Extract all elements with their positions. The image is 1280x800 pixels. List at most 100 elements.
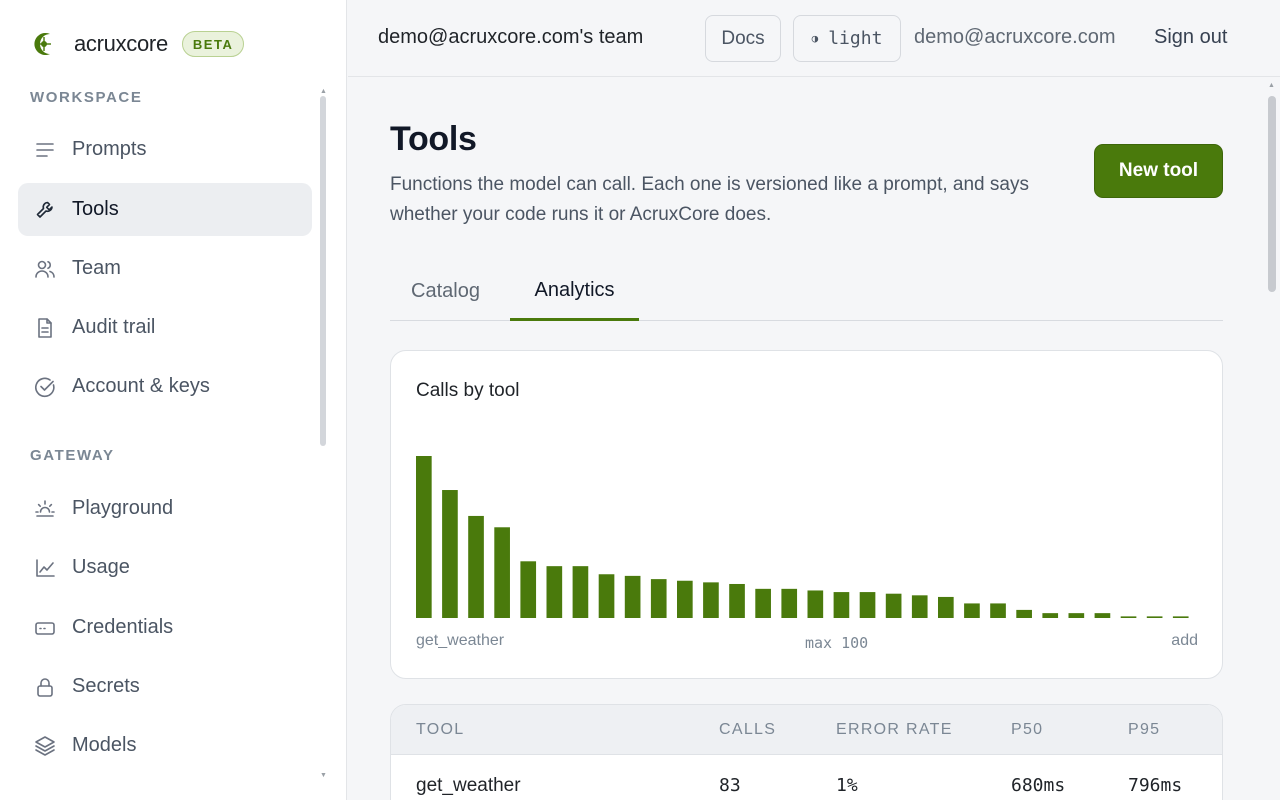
layers-icon: [34, 735, 56, 757]
section-label-gateway: GATEWAY: [30, 447, 115, 464]
theme-toggle-button[interactable]: ◑ light: [793, 15, 901, 62]
sign-out-link[interactable]: Sign out: [1154, 26, 1227, 49]
acruxcore-logo-icon: [30, 30, 58, 58]
cell-error-rate: 1%: [836, 775, 858, 796]
sidebar-item-label: Secrets: [72, 675, 140, 697]
bar-7[interactable]: [598, 574, 615, 618]
brand-name: acruxcore: [74, 31, 168, 56]
bar-25[interactable]: [1068, 613, 1085, 618]
bar-1[interactable]: [442, 490, 458, 618]
sidebar-item-team[interactable]: Team: [18, 242, 312, 295]
line-chart-icon: [34, 557, 56, 579]
theme-label: light: [828, 28, 883, 49]
column-header-tool[interactable]: TOOL: [416, 721, 464, 739]
bar-18[interactable]: [885, 593, 902, 618]
sidebar-item-usage[interactable]: Usage: [18, 541, 312, 594]
bar-9[interactable]: [650, 579, 667, 618]
sidebar: acruxcore BETA WORKSPACE Prompts Tools T…: [0, 0, 347, 800]
calls-by-tool-chart: Calls by tool get_weather max 100 add: [390, 350, 1223, 679]
half-circle-icon: ◑: [811, 32, 819, 45]
sidebar-item-tools[interactable]: Tools: [18, 183, 312, 236]
bar-4[interactable]: [520, 561, 537, 618]
bar-chart: [416, 456, 1189, 618]
users-icon: [34, 258, 56, 280]
lines-icon: [34, 139, 56, 161]
user-email: demo@acruxcore.com: [914, 26, 1116, 48]
sidebar-item-prompts[interactable]: Prompts: [18, 123, 312, 176]
sidebar-scroll-up-icon[interactable]: ▲: [320, 88, 327, 95]
bar-16[interactable]: [833, 592, 850, 618]
bar-11[interactable]: [703, 582, 719, 618]
bar-21[interactable]: [964, 603, 980, 618]
bar-12[interactable]: [729, 583, 745, 618]
bar-0[interactable]: [416, 456, 432, 618]
column-header-error-rate[interactable]: ERROR RATE: [836, 721, 953, 739]
chart-first-label: get_weather: [416, 632, 505, 649]
cell-p50: 680ms: [1011, 775, 1066, 796]
column-header-p50[interactable]: P50: [1011, 721, 1043, 739]
card-icon: [34, 617, 56, 639]
sidebar-item-label: Prompts: [72, 138, 147, 160]
bar-2[interactable]: [468, 515, 484, 618]
sidebar-item-label: Account & keys: [72, 375, 210, 397]
sidebar-item-label: Audit trail: [72, 316, 156, 338]
bar-15[interactable]: [807, 590, 824, 618]
bar-8[interactable]: [624, 575, 641, 618]
bar-27[interactable]: [1120, 616, 1137, 618]
check-circle-icon: [34, 376, 56, 398]
chart-last-label: add: [1171, 632, 1198, 649]
bar-23[interactable]: [1016, 609, 1032, 618]
sidebar-item-secrets[interactable]: Secrets: [18, 660, 312, 713]
cell-tool[interactable]: get_weather: [416, 775, 521, 797]
column-header-p95[interactable]: P95: [1128, 721, 1160, 739]
beta-badge: BETA: [181, 31, 245, 57]
team-name: demo@acruxcore.com's team: [378, 26, 644, 48]
sidebar-scroll-down-icon[interactable]: ▼: [320, 772, 327, 779]
sun-icon: [34, 498, 56, 520]
table-header: TOOL CALLS ERROR RATE P50 P95: [391, 705, 1222, 755]
document-icon: [34, 317, 56, 339]
tab-catalog[interactable]: Catalog: [411, 262, 480, 320]
bar-29[interactable]: [1172, 616, 1189, 618]
chart-max-label: max 100: [805, 634, 869, 652]
tab-analytics[interactable]: Analytics: [510, 262, 639, 321]
sidebar-item-label: Usage: [72, 556, 130, 578]
sidebar-item-audit-trail[interactable]: Audit trail: [18, 301, 312, 354]
sidebar-item-label: Team: [72, 257, 121, 279]
bar-14[interactable]: [781, 588, 798, 618]
page-title: Tools: [390, 120, 477, 158]
sidebar-item-credentials[interactable]: Credentials: [18, 601, 312, 654]
docs-button[interactable]: Docs: [705, 15, 781, 62]
tab-bar: Catalog Analytics: [390, 262, 1223, 321]
wrench-icon: [34, 199, 56, 221]
bar-3[interactable]: [494, 527, 510, 618]
page-description: Functions the model can call. Each one i…: [390, 174, 1029, 225]
new-tool-button[interactable]: New tool: [1094, 144, 1223, 198]
bar-28[interactable]: [1146, 616, 1163, 618]
main-scrollbar[interactable]: [1268, 96, 1276, 292]
bar-17[interactable]: [859, 592, 876, 618]
sidebar-scrollbar[interactable]: [320, 96, 326, 446]
sidebar-item-label: Models: [72, 734, 137, 756]
bar-20[interactable]: [938, 596, 954, 618]
bar-26[interactable]: [1094, 613, 1111, 618]
bar-6[interactable]: [572, 566, 589, 618]
bar-5[interactable]: [546, 566, 563, 618]
bar-10[interactable]: [677, 580, 693, 618]
main-scroll-up-icon[interactable]: ▲: [1268, 82, 1275, 89]
brand[interactable]: acruxcore BETA: [30, 28, 245, 60]
bar-24[interactable]: [1042, 613, 1059, 618]
sidebar-item-playground[interactable]: Playground: [18, 482, 312, 535]
bar-13[interactable]: [755, 588, 771, 618]
column-header-calls[interactable]: CALLS: [719, 721, 776, 739]
bar-19[interactable]: [911, 595, 928, 618]
section-label-workspace: WORKSPACE: [30, 89, 143, 106]
lock-icon: [34, 676, 56, 698]
sidebar-item-models[interactable]: Models: [18, 719, 312, 772]
sidebar-item-account-keys[interactable]: Account & keys: [18, 360, 312, 413]
bar-22[interactable]: [990, 603, 1006, 618]
sidebar-nav: WORKSPACE Prompts Tools Team Audit trail…: [0, 80, 330, 780]
cell-p95: 796ms: [1128, 775, 1183, 796]
cell-calls: 83: [719, 775, 741, 796]
sidebar-item-label: Credentials: [72, 616, 174, 638]
